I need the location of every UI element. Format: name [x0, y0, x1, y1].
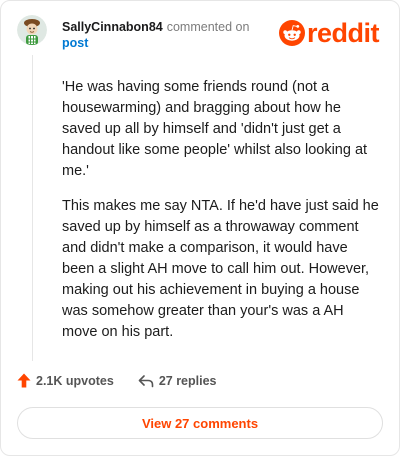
reddit-wordmark: reddit: [307, 18, 380, 48]
view-comments-button[interactable]: View 27 comments: [17, 407, 383, 439]
reddit-logo: reddit: [279, 18, 380, 48]
comment-card: SallyCinnabon84 commented on post reddit …: [0, 0, 400, 456]
comment-body: 'He was having some friends round (not a…: [62, 77, 382, 357]
upvote-arrow-icon: [17, 373, 31, 388]
comment-action-text: commented on: [166, 20, 250, 34]
avatar[interactable]: [17, 15, 47, 45]
comment-paragraph: 'He was having some friends round (not a…: [62, 79, 368, 179]
post-link[interactable]: post: [62, 35, 88, 51]
reply-count: 27 replies: [158, 373, 217, 388]
comment-paragraph: This makes me say NTA. If he'd have just…: [62, 198, 379, 340]
thread-line: [32, 55, 33, 361]
reply-icon: [138, 374, 154, 387]
upvote-button[interactable]: 2.1K upvotes: [17, 373, 114, 388]
avatar-icon: [17, 15, 47, 45]
comment-meta: SallyCinnabon84 commented on: [62, 19, 249, 35]
replies-button[interactable]: 27 replies: [138, 374, 217, 388]
reddit-alien-icon: [279, 20, 305, 46]
upvote-count: 2.1K upvotes: [36, 373, 114, 388]
author-username[interactable]: SallyCinnabon84: [62, 20, 163, 34]
comment-actions: 2.1K upvotes 27 replies: [17, 373, 217, 388]
